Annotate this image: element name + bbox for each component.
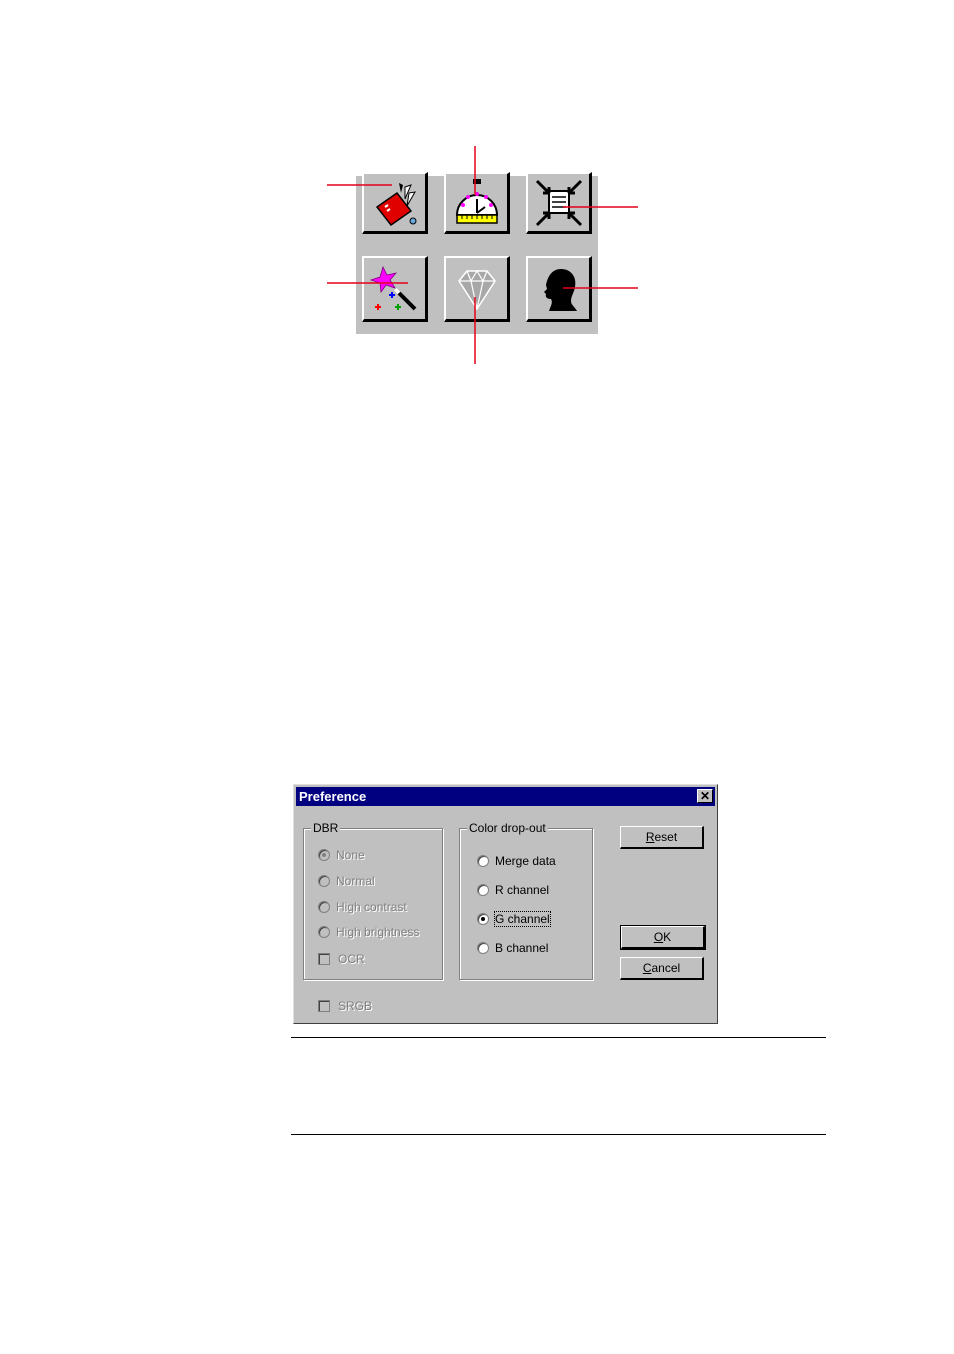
radio-icon xyxy=(477,913,489,925)
tool-button-silhouette[interactable] xyxy=(526,256,592,322)
dbr-option-high-contrast[interactable]: High contrast xyxy=(318,899,407,915)
tool-button-crop[interactable] xyxy=(526,172,592,234)
dbr-option-label: High contrast xyxy=(336,900,407,914)
dropout-option-label: G channel xyxy=(494,911,551,927)
ok-mnemonic: O xyxy=(653,930,664,944)
reset-button[interactable]: Reset xyxy=(620,826,704,849)
radio-icon xyxy=(318,901,330,913)
tool-button-timer[interactable] xyxy=(444,172,510,234)
dropout-option-label: B channel xyxy=(495,941,549,955)
dbr-option-normal[interactable]: Normal xyxy=(318,873,375,889)
magic-wand-icon xyxy=(369,265,416,310)
dbr-option-label: High brightness xyxy=(336,925,420,939)
ocr-checkbox[interactable]: OCR xyxy=(318,951,365,967)
radio-icon xyxy=(477,942,489,954)
radio-icon xyxy=(318,926,330,938)
tool-button-enhance[interactable] xyxy=(444,256,510,322)
dbr-option-label: None xyxy=(336,848,365,862)
srgb-checkbox[interactable]: SRGB xyxy=(318,998,372,1014)
color-dropout-group: Color drop-out Merge data R channel G ch… xyxy=(459,821,593,980)
color-dropout-legend: Color drop-out xyxy=(467,821,548,835)
close-icon: ✕ xyxy=(699,789,711,803)
crop-arrows-icon xyxy=(535,179,582,226)
radio-icon xyxy=(477,855,489,867)
cancel-button[interactable]: Cancel xyxy=(620,957,704,980)
close-button[interactable]: ✕ xyxy=(697,789,713,803)
dbr-option-none[interactable]: None xyxy=(318,847,365,863)
divider-rule-top xyxy=(291,1037,826,1038)
dbr-option-high-brightness[interactable]: High brightness xyxy=(318,924,419,940)
dropout-option-label: R channel xyxy=(495,883,550,897)
dbr-group: DBR None Normal High contrast High brigh… xyxy=(303,821,443,980)
radio-icon xyxy=(477,884,489,896)
tool-button-magic[interactable] xyxy=(362,256,428,322)
dialog-titlebar: Preference ✕ xyxy=(296,787,715,806)
dropout-option-merge-data[interactable]: Merge data xyxy=(477,853,556,869)
diamond-icon xyxy=(457,269,496,310)
swiss-knife-icon xyxy=(375,182,416,226)
dbr-legend: DBR xyxy=(311,821,341,835)
dropout-option-g-channel[interactable]: G channel xyxy=(477,911,551,927)
dialog-title: Preference xyxy=(299,789,367,804)
toolbar-panel xyxy=(356,172,598,334)
radio-icon xyxy=(318,849,330,861)
ok-label: K xyxy=(663,930,672,944)
dropout-option-label: Merge data xyxy=(495,854,556,868)
ocr-label: OCR xyxy=(338,952,365,966)
dropout-option-r-channel[interactable]: R channel xyxy=(477,882,549,898)
tool-button-utilities[interactable] xyxy=(362,172,428,234)
radio-icon xyxy=(318,875,330,887)
checkbox-icon xyxy=(318,1000,330,1012)
ok-button[interactable]: OK xyxy=(620,925,706,950)
stopwatch-icon xyxy=(455,178,498,224)
silhouette-head-icon xyxy=(543,268,577,311)
checkbox-icon xyxy=(318,953,330,965)
preference-dialog: Preference ✕ DBR None Normal High contra… xyxy=(293,784,718,1024)
reset-label: eset xyxy=(654,830,678,844)
srgb-label: SRGB xyxy=(338,999,373,1013)
dropout-option-b-channel[interactable]: B channel xyxy=(477,940,548,956)
divider-rule-bottom xyxy=(291,1134,826,1135)
cancel-label: ancel xyxy=(651,961,681,975)
dbr-option-label: Normal xyxy=(336,874,375,888)
